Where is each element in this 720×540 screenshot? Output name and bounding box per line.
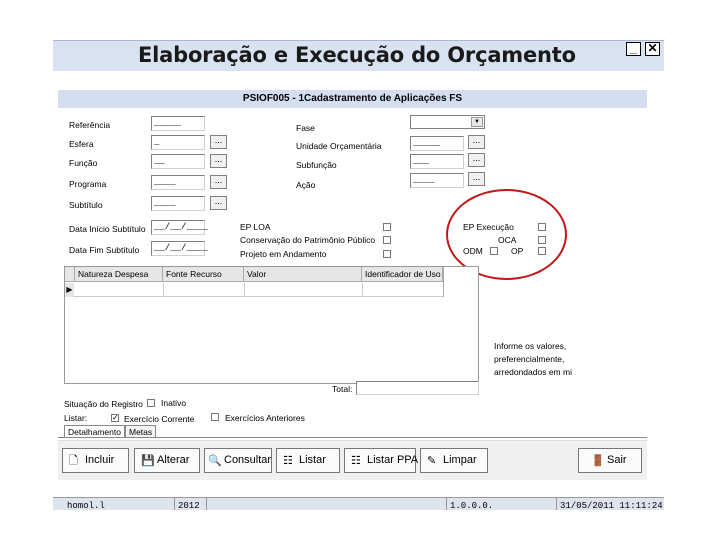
- limpar-label: Limpar: [443, 454, 477, 466]
- exercicio-corrente-checkbox[interactable]: ✓: [111, 414, 119, 422]
- col-fonte-recurso[interactable]: Fonte Recurso: [163, 267, 244, 282]
- total-label: Total:: [332, 384, 353, 394]
- subfuncao-lookup-button[interactable]: ...: [468, 153, 485, 167]
- projeto-andamento-label: Projeto em Andamento: [240, 249, 327, 259]
- list-icon: ☷: [351, 455, 361, 467]
- window-title-bar: Elaboração e Execução do Orçamento _ ✕: [53, 40, 664, 71]
- list-icon: ☷: [283, 455, 293, 467]
- grid-divider: [244, 283, 245, 297]
- aplicacoes-grid[interactable]: Natureza Despesa Fonte Recurso Valor Ide…: [64, 266, 479, 384]
- new-document-icon: 🗋: [69, 455, 78, 467]
- exercicios-anteriores-checkbox[interactable]: [211, 413, 219, 421]
- subtitulo-input[interactable]: ____: [151, 196, 205, 211]
- funcao-label: Função: [69, 158, 98, 168]
- data-inicio-input[interactable]: __/__/____: [151, 220, 208, 235]
- exercicios-anteriores-label: Exercícios Anteriores: [225, 413, 305, 423]
- data-fim-input[interactable]: __/__/____: [151, 241, 208, 256]
- info-text-line-3: arredondados em mi: [494, 367, 572, 377]
- total-value: [356, 381, 479, 395]
- conservacao-label: Conservação do Patrimônio Público: [240, 235, 376, 245]
- status-bar: homol.l 2012 1.0.0.0. 31/05/2011 11:11:2…: [53, 497, 664, 510]
- fase-label: Fase: [296, 123, 315, 133]
- status-user: homol.l: [53, 498, 175, 510]
- conservacao-checkbox[interactable]: [383, 236, 391, 244]
- subfuncao-input[interactable]: ___: [410, 154, 464, 169]
- search-icon: 🔍: [208, 455, 222, 467]
- alterar-button[interactable]: 💾 Alterar: [134, 448, 200, 473]
- grid-header: Natureza Despesa Fonte Recurso Valor Ide…: [65, 267, 443, 282]
- programa-label: Programa: [69, 179, 107, 189]
- inativo-checkbox[interactable]: [147, 399, 155, 407]
- incluir-button[interactable]: 🗋 Incluir: [62, 448, 129, 473]
- acao-input[interactable]: ____: [410, 173, 464, 188]
- listar-button[interactable]: ☷ Listar: [276, 448, 340, 473]
- info-text-line-1: Informe os valores,: [494, 341, 567, 351]
- esfera-input[interactable]: _: [151, 135, 205, 150]
- save-disk-icon: 💾: [141, 455, 155, 467]
- table-row[interactable]: [65, 283, 443, 297]
- programa-input[interactable]: ____: [151, 175, 205, 190]
- listar-ppa-button[interactable]: ☷ Listar PPA: [344, 448, 419, 473]
- subtitulo-lookup-button[interactable]: ...: [210, 196, 227, 210]
- ep-loa-checkbox[interactable]: [383, 223, 391, 231]
- acao-lookup-button[interactable]: ...: [468, 172, 485, 186]
- alterar-label: Alterar: [157, 454, 190, 466]
- exit-door-icon: 🚪: [591, 455, 605, 467]
- referencia-input[interactable]: _____: [151, 116, 205, 131]
- minimize-button[interactable]: _: [626, 42, 641, 56]
- fase-select[interactable]: ▼: [410, 115, 485, 129]
- unidade-label: Unidade Orçamentária: [296, 141, 382, 151]
- unidade-lookup-button[interactable]: ...: [468, 135, 485, 149]
- grid-divider: [362, 283, 363, 297]
- data-inicio-label: Data Início Subtítulo: [69, 224, 146, 234]
- eraser-icon: ✎: [427, 455, 437, 467]
- status-version: 1.0.0.0.: [447, 498, 557, 510]
- funcao-input[interactable]: __: [151, 154, 205, 169]
- inativo-label: Inativo: [161, 398, 187, 408]
- listar-label: Listar: [299, 454, 326, 466]
- col-identificador-uso[interactable]: Identificador de Uso: [362, 267, 443, 282]
- listar-label: Listar:: [64, 413, 88, 423]
- dropdown-arrow-icon[interactable]: ▼: [471, 117, 483, 127]
- ep-loa-label: EP LOA: [240, 222, 271, 232]
- referencia-label: Referência: [69, 120, 111, 130]
- listar-ppa-label: Listar PPA: [367, 454, 419, 466]
- sair-button[interactable]: 🚪 Sair: [578, 448, 642, 473]
- esfera-label: Esfera: [69, 139, 94, 149]
- incluir-label: Incluir: [85, 454, 115, 466]
- grid-divider: [163, 283, 164, 297]
- row-indicator-icon: ▶: [65, 283, 74, 297]
- tab-metas[interactable]: Metas: [125, 425, 157, 437]
- exercicio-corrente-label: Exercício Corrente: [124, 414, 195, 424]
- status-year: 2012: [175, 498, 207, 510]
- acao-label: Ação: [296, 180, 316, 190]
- programa-lookup-button[interactable]: ...: [210, 175, 227, 189]
- data-fim-label: Data Fim Subtítulo: [69, 245, 140, 255]
- col-natureza-despesa[interactable]: Natureza Despesa: [75, 267, 163, 282]
- unidade-input[interactable]: _____: [410, 136, 464, 151]
- form-header: PSIOF005 - 1Cadastramento de Aplicações …: [58, 90, 647, 108]
- situacao-label: Situação do Registro: [64, 399, 143, 409]
- grid-corner: [65, 267, 75, 282]
- consultar-label: Consultar: [224, 454, 272, 466]
- info-text-line-2: preferencialmente,: [494, 354, 565, 364]
- status-empty: [207, 498, 447, 510]
- status-datetime: 31/05/2011 11:11:24: [560, 501, 663, 510]
- projeto-andamento-checkbox[interactable]: [383, 250, 391, 258]
- consultar-button[interactable]: 🔍 Consultar: [204, 448, 272, 473]
- tab-detalhamento[interactable]: Detalhamento: [64, 425, 125, 437]
- esfera-lookup-button[interactable]: ...: [210, 135, 227, 149]
- close-button[interactable]: ✕: [645, 42, 660, 56]
- col-valor[interactable]: Valor: [244, 267, 362, 282]
- subfuncao-label: Subfunção: [296, 160, 337, 170]
- subtitulo-label: Subtítulo: [69, 200, 103, 210]
- funcao-lookup-button[interactable]: ...: [210, 154, 227, 168]
- sair-label: Sair: [607, 454, 627, 466]
- window-title: Elaboração e Execução do Orçamento: [138, 43, 576, 67]
- grid-divider: [443, 267, 444, 297]
- limpar-button[interactable]: ✎ Limpar: [420, 448, 488, 473]
